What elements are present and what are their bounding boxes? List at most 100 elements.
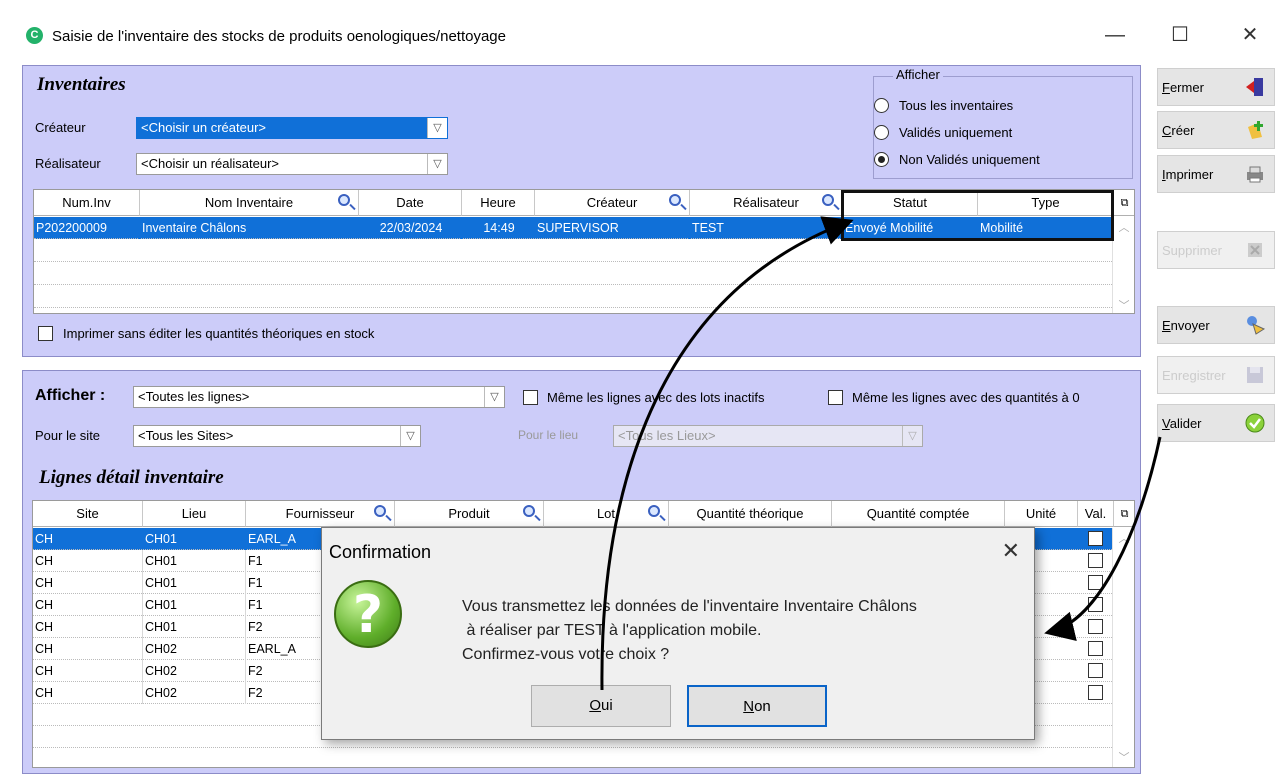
col-header[interactable]: Quantité théorique [669,501,832,527]
col-header[interactable]: Num.Inv [34,190,140,216]
column-chooser-icon[interactable]: ⧉ [1114,501,1134,527]
cell: TEST [690,217,843,239]
col-header[interactable]: Fournisseur [246,501,395,527]
scroll-up-icon[interactable]: ︿ [1113,219,1134,235]
val-checkbox[interactable] [1088,597,1103,612]
oui-button[interactable]: Oui [531,685,671,727]
close-window-button[interactable]: ✕ [1230,20,1270,50]
column-chooser-icon[interactable]: ⧉ [1114,190,1134,216]
dialog-message-line: Vous transmettez les données de l'invent… [462,598,917,615]
cell: CH [33,594,143,616]
createur-select[interactable]: <Choisir un créateur> ▽ [136,117,448,139]
col-header[interactable]: Produit [395,501,544,527]
afficher-select[interactable]: <Toutes les lignes> ▽ [133,386,505,408]
cell: CH [33,550,143,572]
cell: CH01 [143,594,246,616]
scroll-down-icon[interactable]: ﹀ [1113,297,1134,313]
search-icon[interactable] [523,505,535,517]
search-icon[interactable] [338,194,350,206]
val-checkbox[interactable] [1088,685,1103,700]
print-without-qty-checkbox[interactable] [38,326,53,341]
site-select[interactable]: <Tous les Sites> ▽ [133,425,421,447]
lots-inactifs-checkbox[interactable] [523,390,538,405]
cell: P202200009 [34,217,140,239]
button-label: Valider [1162,416,1202,431]
radio-label: Non Validés uniquement [899,152,1040,167]
non-button[interactable]: Non [687,685,827,727]
site-select-value: <Tous les Sites> [138,428,234,443]
scrollbar[interactable]: ︿ ﹀ [1112,528,1134,767]
col-header[interactable]: Nom Inventaire [140,190,359,216]
scroll-up-icon[interactable]: ︿ [1113,530,1134,546]
qte-zero-checkbox[interactable] [828,390,843,405]
val-checkbox[interactable] [1088,575,1103,590]
fermer-button[interactable]: Fermer [1157,68,1275,106]
lieu-select[interactable]: <Tous les Lieux> ▽ [613,425,923,447]
scroll-down-icon[interactable]: ﹀ [1113,749,1134,765]
cell: CH02 [143,682,246,704]
radio-non-valides-uniquement[interactable] [874,152,889,167]
dialog-close-button[interactable]: ✕ [1002,538,1020,564]
radio-valides-uniquement[interactable] [874,125,889,140]
supprimer-button[interactable]: Supprimer [1157,231,1275,269]
col-header[interactable]: Site [33,501,143,527]
lieu-select-value: <Tous les Lieux> [618,428,716,443]
button-label: Envoyer [1162,318,1210,333]
cell: Inventaire Châlons [140,217,359,239]
scrollbar[interactable]: ︿ ﹀ [1112,217,1134,313]
save-icon [1247,367,1263,383]
search-icon[interactable] [822,194,834,206]
search-icon[interactable] [669,194,681,206]
col-header[interactable]: Lot [544,501,669,527]
cell: CH01 [143,616,246,638]
val-checkbox[interactable] [1088,663,1103,678]
cell: CH [33,638,143,660]
chevron-down-icon[interactable]: ▽ [484,387,504,407]
cell: CH [33,660,143,682]
val-checkbox[interactable] [1088,641,1103,656]
col-header[interactable]: Heure [462,190,535,216]
imprimer-button[interactable]: Imprimer [1157,155,1275,193]
chevron-down-icon[interactable]: ▽ [400,426,420,446]
val-checkbox[interactable] [1088,531,1103,546]
envoyer-button[interactable]: Envoyer [1157,306,1275,344]
col-header[interactable]: Quantité comptée [832,501,1005,527]
chevron-down-icon[interactable]: ▽ [902,426,922,446]
radio-tous-inventaires[interactable] [874,98,889,113]
button-label: Imprimer [1162,167,1214,182]
realisateur-select[interactable]: <Choisir un réalisateur> ▽ [136,153,448,175]
afficher-select-value: <Toutes les lignes> [138,389,250,404]
delete-icon [1248,243,1262,257]
cell: CH01 [143,528,246,550]
col-header[interactable]: Lieu [143,501,246,527]
col-header[interactable]: Val. [1078,501,1114,527]
cell: SUPERVISOR [535,217,690,239]
search-icon[interactable] [648,505,660,517]
col-header[interactable]: Réalisateur [690,190,843,216]
question-icon: ? [334,580,402,648]
col-header[interactable]: Date [359,190,462,216]
radio-label: Tous les inventaires [899,98,1014,113]
enregistrer-button[interactable]: Enregistrer [1157,356,1275,394]
table-row-empty [34,240,1114,262]
minimize-button[interactable]: — [1095,20,1135,50]
search-icon[interactable] [374,505,386,517]
cell: CH [33,682,143,704]
col-header[interactable]: Créateur [535,190,690,216]
printer-icon [1247,166,1263,183]
cell: CH [33,572,143,594]
valider-button[interactable]: Valider [1157,404,1275,442]
creer-button[interactable]: Créer [1157,111,1275,149]
maximize-button[interactable]: ☐ [1160,20,1200,50]
val-checkbox[interactable] [1088,619,1103,634]
val-checkbox[interactable] [1088,553,1103,568]
createur-label: Créateur [35,120,86,135]
col-header[interactable]: Unité [1005,501,1078,527]
chevron-down-icon[interactable]: ▽ [427,118,447,138]
cell: CH01 [143,550,246,572]
cell: 14:49 [462,217,535,239]
details-title: Lignes détail inventaire [39,467,224,488]
chevron-down-icon[interactable]: ▽ [427,154,447,174]
window-title: Saisie de l'inventaire des stocks de pro… [52,28,506,45]
lots-inactifs-label: Même les lignes avec des lots inactifs [547,390,765,405]
